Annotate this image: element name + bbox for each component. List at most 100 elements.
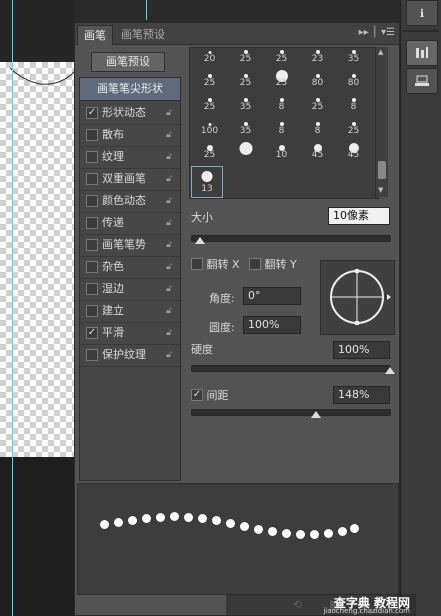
- option-checkbox[interactable]: [86, 349, 98, 361]
- brush-tip-cell[interactable]: 25: [230, 66, 261, 91]
- brush-presets-button[interactable]: 画笔预设: [91, 52, 165, 72]
- option-checkbox[interactable]: ✓: [86, 327, 98, 339]
- lock-icon[interactable]: 🔓︎: [166, 256, 172, 278]
- brush-tip-cell[interactable]: 25: [194, 90, 225, 115]
- scroll-down-icon[interactable]: ▼: [378, 186, 383, 194]
- angle-roundness-widget[interactable]: [320, 260, 395, 335]
- brush-tip-cell[interactable]: 100: [194, 114, 225, 139]
- brush-tip-cell[interactable]: 8: [266, 90, 297, 115]
- guide-line: [146, 0, 147, 20]
- brush-tip-cell[interactable]: 45: [338, 138, 369, 163]
- option-checkbox[interactable]: [86, 173, 98, 185]
- brush-tip-cell[interactable]: 25: [266, 66, 297, 91]
- option-checkbox[interactable]: [86, 261, 98, 273]
- tab-brush[interactable]: 画笔: [77, 25, 113, 45]
- preview-dot: [198, 514, 207, 523]
- hardness-input[interactable]: 100%: [333, 341, 390, 359]
- spacing-input[interactable]: 148%: [333, 386, 390, 404]
- size-slider-knob[interactable]: [195, 237, 205, 244]
- brush-tip-cell[interactable]: 80: [338, 66, 369, 91]
- brush-tip-cell[interactable]: 35: [230, 90, 261, 115]
- option-checkbox[interactable]: [86, 195, 98, 207]
- brush-size-number: 25: [203, 150, 216, 160]
- spacing-slider-knob[interactable]: [311, 411, 321, 418]
- hardness-slider-knob[interactable]: [385, 367, 395, 374]
- brush-option-item[interactable]: 保护纹理 🔓︎: [80, 344, 180, 367]
- brush-tip-cell[interactable]: 23: [302, 48, 333, 67]
- option-label: 双重画笔: [102, 172, 146, 185]
- brush-option-item[interactable]: 颜色动态 🔓︎: [80, 190, 180, 213]
- brush-tip-cell[interactable]: 8: [266, 114, 297, 139]
- brush-option-item[interactable]: 双重画笔 🔓︎: [80, 168, 180, 191]
- flip-x-box[interactable]: [191, 258, 203, 270]
- roundness-input[interactable]: 100%: [243, 316, 301, 334]
- brush-tip-cell[interactable]: 35: [230, 114, 261, 139]
- brush-tip-cell[interactable]: 25: [194, 138, 225, 163]
- lock-icon[interactable]: 🔓︎: [166, 300, 172, 322]
- lock-icon[interactable]: 🔓︎: [166, 212, 172, 234]
- brush-tip-cell[interactable]: 25: [302, 90, 333, 115]
- flip-x-checkbox[interactable]: 翻转 X: [191, 256, 240, 272]
- size-input[interactable]: 10像素: [328, 207, 390, 225]
- brush-grid-scrollbar[interactable]: ▲ ▼: [375, 47, 388, 197]
- lock-icon[interactable]: 🔓︎: [166, 322, 172, 344]
- stroke-preview: [77, 483, 399, 595]
- flip-y-checkbox[interactable]: 翻转 Y: [249, 256, 297, 272]
- lock-icon[interactable]: 🔓︎: [166, 234, 172, 256]
- flip-y-box[interactable]: [249, 258, 261, 270]
- brush-option-item[interactable]: ✓ 平滑 🔓︎: [80, 322, 180, 345]
- option-checkbox[interactable]: [86, 151, 98, 163]
- brush-tip-cell[interactable]: 35: [338, 48, 369, 67]
- size-slider[interactable]: [191, 235, 391, 242]
- option-checkbox[interactable]: [86, 217, 98, 229]
- brush-tip-cell[interactable]: 25: [230, 48, 261, 67]
- option-checkbox[interactable]: [86, 129, 98, 141]
- lock-icon[interactable]: 🔓︎: [166, 124, 172, 146]
- brush-option-item[interactable]: 杂色 🔓︎: [80, 256, 180, 279]
- brush-option-item[interactable]: 湿边 🔓︎: [80, 278, 180, 301]
- brush-panel-icon[interactable]: [406, 40, 438, 66]
- tab-brush-presets[interactable]: 画笔预设: [115, 25, 171, 44]
- brush-option-item[interactable]: 散布 🔓︎: [80, 124, 180, 147]
- spacing-slider[interactable]: [191, 409, 391, 416]
- brush-option-item[interactable]: 画笔笔势 🔓︎: [80, 234, 180, 257]
- brush-tip-cell[interactable]: 45: [302, 138, 333, 163]
- brush-tip-cell[interactable]: 25: [266, 48, 297, 67]
- brush-option-item[interactable]: ✓ 形状动态 🔓︎: [80, 102, 180, 125]
- option-checkbox[interactable]: [86, 239, 98, 251]
- brush-tip-cell[interactable]: 10: [266, 138, 297, 163]
- lock-icon[interactable]: 🔓︎: [166, 168, 172, 190]
- brush-tip-cell[interactable]: 80: [302, 66, 333, 91]
- option-checkbox[interactable]: [86, 283, 98, 295]
- selected-brush-tip[interactable]: 13: [191, 166, 223, 198]
- option-checkbox[interactable]: ✓: [86, 107, 98, 119]
- info-icon[interactable]: ℹ: [406, 0, 438, 26]
- brush-size-number: 8: [350, 102, 357, 112]
- brush-tip-cell[interactable]: 8: [302, 114, 333, 139]
- spacing-checkbox[interactable]: ✓ 间距: [191, 387, 229, 403]
- scroll-up-icon[interactable]: ▲: [378, 48, 383, 56]
- brush-option-item[interactable]: 建立 🔓︎: [80, 300, 180, 323]
- angle-input[interactable]: 0°: [243, 287, 301, 305]
- spacing-check-box[interactable]: ✓: [191, 389, 203, 401]
- lock-icon[interactable]: 🔓︎: [166, 146, 172, 168]
- clone-source-icon[interactable]: [406, 68, 438, 94]
- brush-option-item[interactable]: 纹理 🔓︎: [80, 146, 180, 169]
- brush-size-number: 25: [347, 126, 360, 136]
- brush-tip-cell[interactable]: 20: [194, 48, 225, 67]
- brush-tip-cell[interactable]: [230, 138, 261, 163]
- lock-icon[interactable]: 🔓︎: [166, 278, 172, 300]
- lock-icon[interactable]: 🔓︎: [166, 190, 172, 212]
- lock-icon[interactable]: 🔓︎: [166, 102, 172, 124]
- brush-tip-cell[interactable]: 8: [338, 90, 369, 115]
- hardness-slider[interactable]: [191, 365, 391, 372]
- brush-option-item[interactable]: 传递 🔓︎: [80, 212, 180, 235]
- brush-tip-shape-item[interactable]: 画笔笔尖形状: [80, 78, 180, 101]
- brush-tip-cell[interactable]: 25: [338, 114, 369, 139]
- brush-tip-cell[interactable]: 25: [194, 66, 225, 91]
- scroll-thumb[interactable]: [378, 161, 386, 179]
- option-label: 建立: [102, 304, 124, 317]
- panel-menu-icon[interactable]: ▸▸ │ ▾☰: [359, 27, 395, 38]
- option-checkbox[interactable]: [86, 305, 98, 317]
- lock-icon[interactable]: 🔓︎: [166, 344, 172, 366]
